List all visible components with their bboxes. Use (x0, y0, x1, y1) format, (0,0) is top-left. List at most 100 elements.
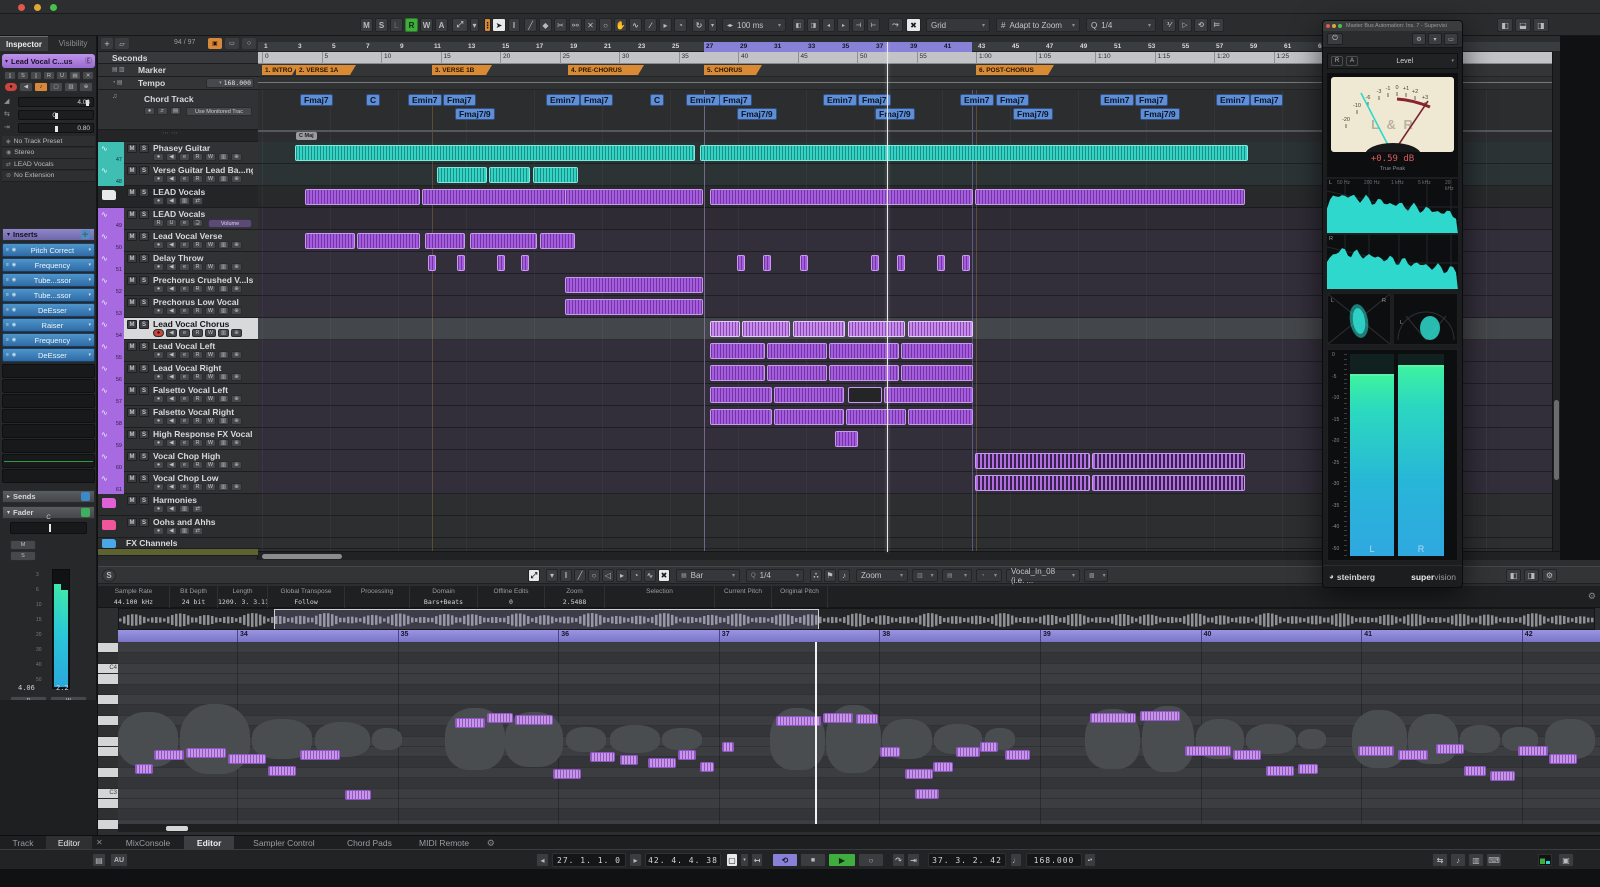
track-row-high-response-fx-vocal[interactable]: ∿59MSHigh Response FX Vocal●◀eRW▥⊕ (98, 428, 258, 450)
automation-param-box[interactable]: Volume (208, 219, 252, 228)
variaudio-segment[interactable] (722, 742, 734, 752)
variaudio-segment[interactable] (515, 715, 553, 725)
mute-button[interactable]: M (127, 364, 137, 373)
track-ctrl-1[interactable]: ◀ (166, 329, 177, 337)
snap-on-off-button[interactable]: ✖ (906, 18, 921, 32)
editor-scrub-tool[interactable]: ◔ (630, 569, 642, 582)
insert-empty-slot-1[interactable] (2, 379, 95, 393)
insert-slot-raiser-5[interactable]: ≡◉Raiser▾ (2, 318, 95, 332)
comp-tool[interactable]: ✋ (614, 18, 627, 32)
track-row-marker[interactable]: ▤ ▥Marker (98, 64, 258, 77)
chord-event-fmaj7[interactable]: Fmaj7 (1250, 94, 1283, 106)
object-selection-tool[interactable]: ➤ (492, 18, 506, 32)
power-icon[interactable]: ◉ (12, 277, 16, 283)
solo-button[interactable]: S (139, 386, 149, 395)
chord-event-fmaj7-9[interactable]: Fmaj7/9 (737, 108, 777, 120)
track-ctrl-2[interactable]: ▥ (179, 197, 190, 205)
divide-list-button[interactable]: ▭ (225, 38, 239, 49)
overview-visible-window[interactable] (274, 609, 819, 630)
lower-left-tab-editor[interactable]: Editor (46, 836, 92, 850)
solo-button[interactable]: S (139, 144, 149, 153)
editor-ruler[interactable]: 343536373839404142 (118, 630, 1600, 642)
track-ctrl-6[interactable]: ⊕ (231, 175, 242, 183)
volume-slider[interactable]: 4.06 (18, 97, 94, 107)
track-ctrl-4[interactable]: W (205, 373, 216, 381)
track-row-lead-vocals[interactable]: ∿49MSLEAD VocalsRUe⊒Volume (98, 208, 258, 230)
editor-select-tool[interactable]: ⤢ (528, 569, 540, 582)
track-row-oohs-and-ahhs[interactable]: MSOohs and Ahhs●◀▥⇄ (98, 516, 258, 538)
piano-key-a-2[interactable] (98, 809, 118, 819)
slider-handle[interactable] (55, 126, 58, 132)
track-ctrl-0[interactable]: ● (153, 439, 164, 447)
solo-button[interactable]: S (139, 408, 149, 417)
range-selection-tool[interactable]: I (508, 18, 520, 32)
track-row-vocal-chop-high[interactable]: ∿60MSVocal Chop High●◀eRW▥⊕ (98, 450, 258, 472)
variaudio-segment[interactable] (154, 750, 184, 760)
track-btn-row1-5[interactable]: ▤ (69, 71, 81, 80)
traffic-light-zoom-icon[interactable] (50, 4, 57, 11)
track-ctrl-6[interactable]: ⊕ (231, 351, 242, 359)
track-ctrl-0[interactable]: ● (153, 417, 164, 425)
marker-flag-5-chorus[interactable]: 5. CHORUS (704, 65, 762, 75)
audio-event[interactable] (767, 365, 827, 381)
track-ctrl-6[interactable]: ⊕ (231, 395, 242, 403)
track-ctrl-3[interactable]: R (192, 175, 203, 183)
track-ctrl-3[interactable]: R (192, 373, 203, 381)
insert-empty-slot-3[interactable] (2, 409, 95, 423)
track-ctrl-5[interactable]: ▥ (218, 329, 229, 337)
audio-event[interactable] (428, 255, 436, 271)
window-layout-right-icon[interactable]: ◨ (1533, 18, 1549, 32)
mute-button[interactable]: M (127, 210, 137, 219)
chord-event-c[interactable]: C (650, 94, 664, 106)
variaudio-segment[interactable] (1298, 764, 1318, 774)
chord-event-fmaj7-9[interactable]: Fmaj7/9 (455, 108, 495, 120)
marker-flag-1-intro[interactable]: 1. INTRO (262, 65, 298, 75)
info-col-original-pitch[interactable]: Original Pitch (772, 586, 828, 608)
audio-event[interactable] (908, 321, 973, 337)
editor-display-dropdown[interactable]: ▤▾ (942, 569, 972, 582)
track-ctrl-5[interactable]: ▥ (218, 351, 229, 359)
glue-tool[interactable]: ⚯ (569, 18, 582, 32)
navigate-tool[interactable]: ⤢ (452, 18, 468, 32)
track-btn-row2-4[interactable]: ▥ (64, 82, 78, 92)
automation-l-button[interactable]: L (390, 18, 403, 32)
bottom-tab-sampler-control[interactable]: Sampler Control (234, 836, 333, 850)
audio-event[interactable] (800, 255, 808, 271)
audio-event[interactable] (565, 299, 703, 315)
variaudio-segment[interactable] (228, 754, 266, 764)
track-row-lead-vocal-right[interactable]: ∿56MSLead Vocal Right●◀eRW▥⊕ (98, 362, 258, 384)
preset-caret-icon[interactable]: ▾ (88, 292, 91, 298)
chord-event-fmaj7[interactable]: Fmaj7 (858, 94, 891, 106)
audio-event[interactable] (710, 387, 772, 403)
track-ctrl-3[interactable]: R (192, 461, 203, 469)
track-ctrl-3[interactable]: ⊒ (192, 219, 203, 227)
track-ctrl-3[interactable]: ⇄ (192, 527, 203, 535)
erase-tool[interactable]: ◆ (539, 18, 552, 32)
locator-left-icon[interactable]: ◂ (536, 853, 549, 867)
fader-pan-display[interactable]: C (10, 522, 87, 534)
solo-button[interactable]: S (139, 232, 149, 241)
inserts-badge[interactable]: ➕ (81, 230, 90, 239)
insert-slot-tube-ssor-3[interactable]: ≡◉Tube...ssor▾ (2, 288, 95, 302)
locator-right-icon[interactable]: ▸ (629, 853, 642, 867)
edit-channel-icon[interactable]: Ⓔ (85, 56, 92, 66)
solo-button[interactable]: S (139, 298, 149, 307)
track-row-falsetto-vocal-left[interactable]: ∿57MSFalsetto Vocal Left●◀eRW▥⊕ (98, 384, 258, 406)
mute-button[interactable]: M (127, 518, 137, 527)
track-row-vocal-chop-low[interactable]: ∿61MSVocal Chop Low●◀eRW▥⊕ (98, 472, 258, 494)
track-btn-row2-3[interactable]: ▢ (49, 82, 63, 92)
nudge-button-3[interactable]: ▸ (837, 18, 850, 32)
audio-event[interactable] (565, 277, 703, 293)
variaudio-canvas[interactable] (118, 642, 1600, 824)
audio-event[interactable] (497, 255, 505, 271)
audio-event[interactable] (305, 189, 420, 205)
solo-button[interactable]: S (139, 188, 149, 197)
fader-s-button[interactable]: S (10, 551, 36, 561)
solo-button[interactable]: S (139, 430, 149, 439)
track-btn-row1-3[interactable]: R (43, 71, 55, 80)
track-ctrl-3[interactable]: R (192, 351, 203, 359)
power-icon[interactable]: ◉ (12, 352, 16, 358)
track-ctrl-2[interactable]: e (179, 285, 190, 293)
insert-empty-slot-4[interactable] (2, 424, 95, 438)
track-ctrl-6[interactable]: ⊕ (231, 285, 242, 293)
